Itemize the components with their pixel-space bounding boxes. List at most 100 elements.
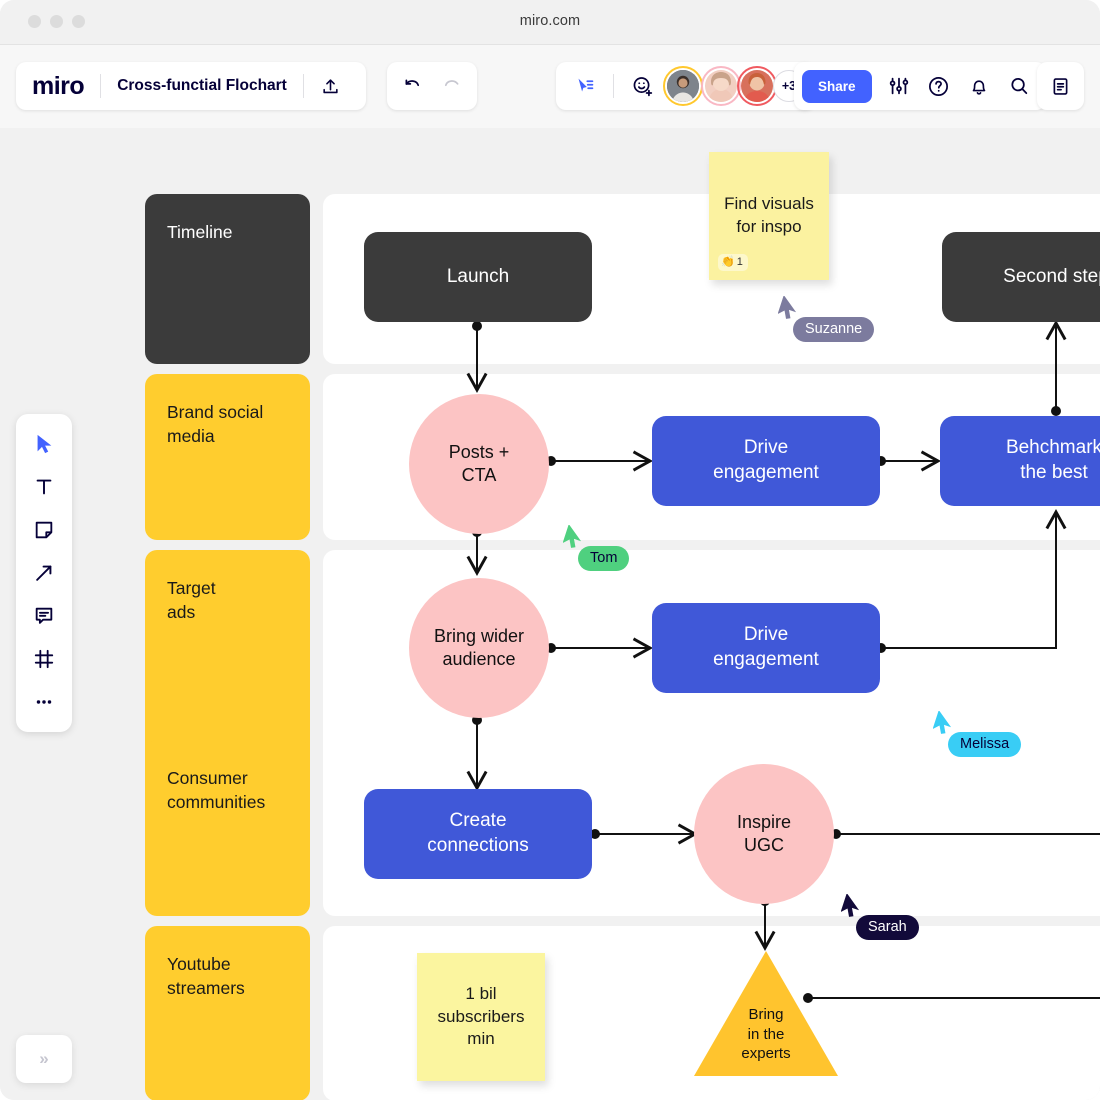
redo-icon[interactable] [433,67,471,105]
board-toolbar-left: miro Cross-functial Flochart [16,62,366,110]
upload-icon[interactable] [312,67,350,105]
undo-icon[interactable] [394,67,432,105]
cursor-label: Sarah [856,915,919,940]
node-label: in the [747,1025,785,1043]
node-bring-wider-audience[interactable]: Bring wider audience [409,578,549,718]
sticky-note-text: for inspo [736,217,802,236]
node-inspire-ugc[interactable]: Inspire UGC [694,764,834,904]
node-label: connections [427,835,529,856]
cursor-pointer-icon [932,710,952,734]
browser-titlebar: miro.com [0,0,1100,45]
node-label: engagement [713,649,819,670]
cursor-tom: Tom [562,524,630,571]
sticky-note-tool[interactable] [24,510,64,550]
cursor-pointer-icon [777,295,797,319]
node-posts-cta[interactable]: Posts + CTA [409,394,549,534]
cursor-melissa: Melissa [932,710,1022,757]
search-icon[interactable] [1000,67,1038,105]
node-label: experts [741,1045,791,1063]
comment-icon [35,607,53,624]
node-second-step[interactable]: Second step [942,232,1100,322]
node-label-wrap: Bring in the experts [694,993,838,1076]
board-title[interactable]: Cross-functial Flochart [101,77,303,95]
node-label: UGC [744,835,784,855]
node-label: Inspire [736,811,792,832]
share-button[interactable]: Share [802,69,872,103]
sticky-note-reaction[interactable]: 👏 1 [718,254,748,271]
node-create-connections[interactable]: Create connections [364,789,592,879]
cursor-sarah: Sarah [840,893,919,940]
cursor-name: Tom [590,550,618,566]
notes-panel-toolbar [1037,62,1084,110]
node-label: Drive [743,437,789,459]
comment-tool[interactable] [24,596,64,636]
edge-drive2-to-benchmark [881,508,1067,649]
sticky-note-text: Find visuals [724,194,814,214]
frame-tool[interactable] [24,639,64,679]
cursor-pointer-icon [562,524,582,548]
url-text: miro.com [519,13,581,29]
divider [302,74,304,98]
avatar[interactable] [663,66,703,106]
more-tools[interactable] [24,682,64,722]
miro-logo[interactable]: miro [32,73,100,99]
actions-toolbar: Share [794,62,1046,110]
node-label: engagement [713,462,819,483]
cursor-pointer-icon [840,893,860,917]
add-emoji-icon[interactable] [623,67,661,105]
node-benchmark-the-best[interactable]: Behchmark the best [940,416,1100,506]
node-bring-in-the-experts[interactable]: Bring in the experts [694,951,838,1076]
cursor-share-icon[interactable] [566,67,604,105]
cursor-name: Sarah [868,919,907,935]
node-label: the best [1020,462,1088,483]
expand-panel-label: » [39,1049,49,1068]
node-label: Create [449,810,507,832]
node-label: Behchmark [1005,437,1100,459]
avatar[interactable] [701,66,741,106]
sticky-note-find-visuals[interactable]: Find visuals for inspo 👏 1 [709,152,829,280]
text-tool[interactable] [24,467,64,507]
node-label: Drive [743,624,789,646]
notes-panel-icon[interactable] [1042,67,1080,105]
node-label: audience [442,649,516,669]
node-label: Bring [748,1006,784,1024]
avatar[interactable] [737,66,777,106]
sliders-icon[interactable] [880,67,918,105]
expand-panel-button[interactable]: » [16,1035,72,1083]
node-drive-engagement-1[interactable]: Drive engagement [652,416,880,506]
cursor-name: Suzanne [805,321,863,337]
node-label: Launch [446,265,510,287]
node-launch[interactable]: Launch [364,232,592,322]
ellipsis-icon [36,700,52,704]
board-canvas[interactable]: Timeline Brand social media Target ads C… [0,128,1100,1100]
cursor-label: Suzanne [793,317,875,342]
node-drive-engagement-2[interactable]: Drive engagement [652,603,880,693]
node-label: CTA [461,465,497,485]
sticky-note-text: 1 bil [465,984,497,1004]
node-label: Bring wider [433,625,525,646]
cursor-label: Melissa [948,732,1022,757]
collaborators-toolbar: +3 [556,62,815,110]
arrow-tool[interactable] [24,553,64,593]
cursor-name: Melissa [960,736,1010,752]
reaction-count: 1 [736,256,743,269]
node-label: Posts + [448,441,510,462]
miro-board-window: miro.com miro Cross-functial Flochart +3… [0,0,1100,1100]
app-toolbar: miro Cross-functial Flochart +3 Share [0,45,1100,128]
bell-icon[interactable] [960,67,998,105]
cursor-label: Tom [578,546,630,571]
frame-icon [34,649,54,669]
sticky-note-icon [35,521,53,539]
select-tool[interactable] [24,424,64,464]
sticky-note-subscribers[interactable]: 1 bil subscribers min [417,953,545,1081]
tool-palette [16,414,72,732]
history-toolbar [387,62,477,110]
sticky-note-text: subscribers [437,1006,525,1026]
question-circle-icon[interactable] [920,67,958,105]
sticky-note-text: min [467,1029,495,1049]
cursor-suzanne: Suzanne [777,295,875,342]
text-icon [36,479,52,495]
divider [613,74,614,98]
arrow-icon [36,565,52,581]
cursor-icon [37,434,52,454]
